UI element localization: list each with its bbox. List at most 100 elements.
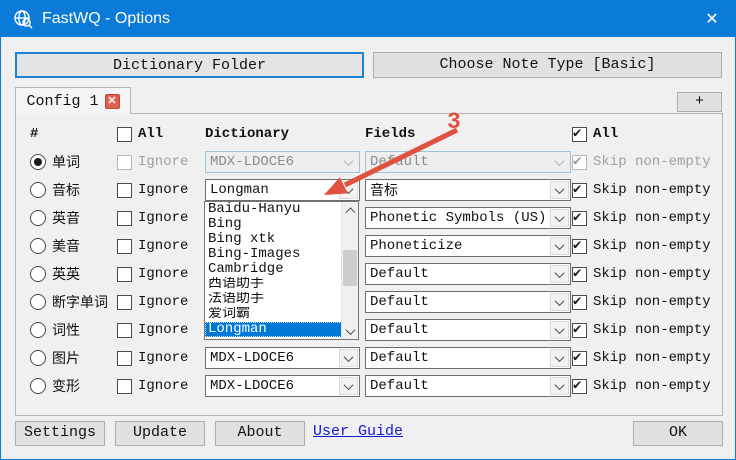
tab-close-icon[interactable]: ✕	[105, 94, 120, 109]
radio-image[interactable]	[30, 350, 46, 366]
all-right-label: All	[593, 126, 618, 142]
ignore-checkbox[interactable]	[117, 295, 132, 310]
dropdown-item[interactable]: 法语助手	[205, 292, 358, 307]
chevron-down-icon[interactable]	[550, 209, 569, 227]
skip-label: Skip non-empty	[593, 322, 711, 338]
row-label: 图片	[52, 348, 80, 368]
skip-checkbox[interactable]	[572, 183, 587, 198]
dictionary-select[interactable]: MDX-LDOCE6	[205, 151, 360, 173]
ignore-checkbox[interactable]	[117, 379, 132, 394]
dropdown-item[interactable]: Bing	[205, 217, 358, 232]
dropdown-scrollbar[interactable]	[341, 202, 358, 339]
ignore-label: Ignore	[138, 294, 188, 310]
dropdown-item[interactable]: Bing xtk	[205, 232, 358, 247]
chevron-down-icon[interactable]	[550, 237, 569, 255]
radio-inflection[interactable]	[30, 378, 46, 394]
chevron-down-icon[interactable]	[550, 321, 569, 339]
about-button[interactable]: About	[215, 421, 305, 446]
skip-checkbox[interactable]	[572, 267, 587, 282]
dictionary-value: Longman	[210, 182, 269, 198]
dropdown-item-selected[interactable]: Longman	[205, 322, 358, 337]
row-label: 美音	[52, 236, 80, 256]
chevron-down-icon[interactable]	[550, 181, 569, 199]
field-value: Default	[370, 294, 429, 310]
ignore-checkbox[interactable]	[117, 211, 132, 226]
chevron-down-icon[interactable]	[339, 349, 358, 367]
field-select[interactable]: Default	[365, 375, 571, 397]
user-guide-link[interactable]: User Guide	[313, 423, 403, 440]
field-select[interactable]: Phoneticize	[365, 235, 571, 257]
radio-phonetic[interactable]	[30, 182, 46, 198]
all-skip-checkbox[interactable]	[572, 127, 587, 142]
dictionary-select-open[interactable]: Longman	[205, 179, 360, 201]
ignore-checkbox[interactable]	[117, 183, 132, 198]
settings-button[interactable]: Settings	[15, 421, 105, 446]
radio-uk-sound[interactable]	[30, 210, 46, 226]
ignore-checkbox[interactable]	[117, 155, 132, 170]
skip-checkbox[interactable]	[572, 239, 587, 254]
field-select[interactable]: Default	[365, 347, 571, 369]
chevron-down-icon[interactable]	[339, 181, 358, 199]
table-row: 英音 Ignore Phonetic Symbols (US) Skip non…	[16, 204, 722, 232]
ignore-checkbox[interactable]	[117, 267, 132, 282]
row-label: 单词	[52, 152, 80, 172]
skip-checkbox[interactable]	[572, 155, 587, 170]
dropdown-item[interactable]: Cambridge	[205, 262, 358, 277]
ok-button[interactable]: OK	[633, 421, 723, 446]
dropdown-item[interactable]: 西语助手	[205, 277, 358, 292]
dictionary-select[interactable]: MDX-LDOCE6	[205, 375, 360, 397]
titlebar[interactable]: FastWQ - Options ✕	[1, 1, 735, 37]
chevron-down-icon[interactable]	[339, 377, 358, 395]
field-value: Default	[370, 378, 429, 394]
scroll-up-icon[interactable]	[342, 202, 358, 217]
dropdown-item[interactable]: 爱词霸	[205, 307, 358, 322]
close-icon[interactable]: ✕	[689, 1, 735, 37]
row-label: 英英	[52, 264, 80, 284]
choose-note-type-button[interactable]: Choose Note Type [Basic]	[373, 52, 722, 78]
table-header: # All Dictionary Fields All	[16, 120, 722, 148]
dropdown-item[interactable]: Baidu-Hanyu	[205, 202, 358, 217]
radio-us-sound[interactable]	[30, 238, 46, 254]
ignore-checkbox[interactable]	[117, 239, 132, 254]
dictionary-select[interactable]: MDX-LDOCE6	[205, 347, 360, 369]
radio-word[interactable]	[30, 154, 46, 170]
scrollbar-thumb[interactable]	[343, 250, 357, 286]
radio-pos[interactable]	[30, 322, 46, 338]
field-value: Phonetic Symbols (US)	[370, 210, 546, 226]
field-value: Default	[370, 322, 429, 338]
skip-checkbox[interactable]	[572, 351, 587, 366]
skip-checkbox[interactable]	[572, 211, 587, 226]
ignore-label: Ignore	[138, 182, 188, 198]
update-button[interactable]: Update	[115, 421, 205, 446]
all-left-label: All	[138, 126, 163, 142]
scroll-down-icon[interactable]	[342, 324, 358, 339]
field-select[interactable]: Default	[365, 151, 571, 173]
chevron-down-icon[interactable]	[550, 265, 569, 283]
dropdown-item[interactable]: Bing-Images	[205, 247, 358, 262]
add-tab-button[interactable]: +	[677, 92, 722, 112]
chevron-down-icon[interactable]	[550, 377, 569, 395]
chevron-down-icon[interactable]	[550, 293, 569, 311]
skip-checkbox[interactable]	[572, 323, 587, 338]
dictionary-dropdown-list: Baidu-Hanyu Bing Bing xtk Bing-Images Ca…	[204, 201, 359, 340]
field-select[interactable]: Default	[365, 291, 571, 313]
skip-label: Skip non-empty	[593, 154, 711, 170]
radio-hyphenation[interactable]	[30, 294, 46, 310]
skip-label: Skip non-empty	[593, 350, 711, 366]
dictionary-header: Dictionary	[205, 126, 289, 142]
dictionary-folder-button[interactable]: Dictionary Folder	[15, 52, 364, 78]
field-select[interactable]: 音标	[365, 179, 571, 201]
tab-config-1[interactable]: Config 1 ✕	[15, 87, 131, 114]
ignore-checkbox[interactable]	[117, 351, 132, 366]
field-select[interactable]: Default	[365, 263, 571, 285]
radio-en-en[interactable]	[30, 266, 46, 282]
skip-checkbox[interactable]	[572, 295, 587, 310]
ignore-checkbox[interactable]	[117, 323, 132, 338]
field-select[interactable]: Default	[365, 319, 571, 341]
row-label: 英音	[52, 208, 80, 228]
row-label: 词性	[52, 320, 80, 340]
all-ignore-checkbox[interactable]	[117, 127, 132, 142]
skip-checkbox[interactable]	[572, 379, 587, 394]
field-select[interactable]: Phonetic Symbols (US)	[365, 207, 571, 229]
chevron-down-icon[interactable]	[550, 349, 569, 367]
